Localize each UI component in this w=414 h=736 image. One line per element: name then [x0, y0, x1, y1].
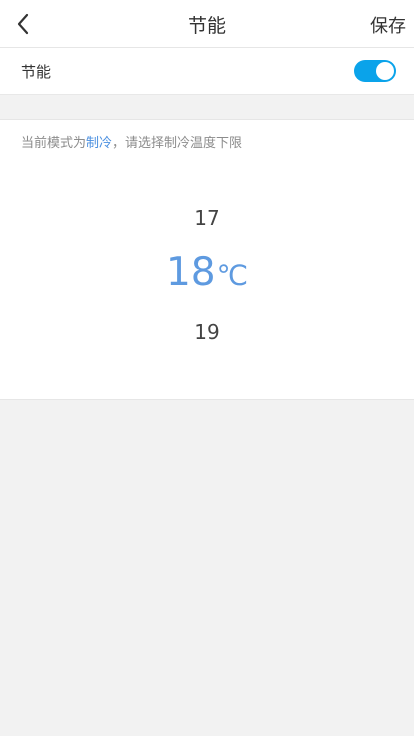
top-nav-bar: 节能 保存	[0, 0, 414, 48]
current-mode: 制冷	[86, 136, 113, 151]
picker-selected-value[interactable]: 18℃	[0, 250, 414, 295]
picker-option-next[interactable]: 19	[0, 320, 414, 344]
energy-saving-row: 节能	[0, 48, 414, 95]
save-button[interactable]: 保存	[370, 12, 406, 38]
temperature-panel: 当前模式为制冷，请选择制冷温度下限 17 18℃ 19	[0, 119, 414, 400]
temperature-unit: ℃	[216, 259, 249, 292]
energy-saving-toggle[interactable]	[354, 60, 396, 82]
selected-temperature: 18	[165, 250, 216, 295]
hint-prefix: 当前模式为	[21, 136, 87, 151]
energy-saving-label: 节能	[21, 63, 52, 81]
mode-hint: 当前模式为制冷，请选择制冷温度下限	[21, 132, 242, 151]
hint-suffix: ，请选择制冷温度下限	[112, 136, 243, 151]
picker-option-prev[interactable]: 17	[0, 206, 414, 230]
toggle-knob	[376, 62, 394, 80]
page-title: 节能	[187, 15, 226, 37]
